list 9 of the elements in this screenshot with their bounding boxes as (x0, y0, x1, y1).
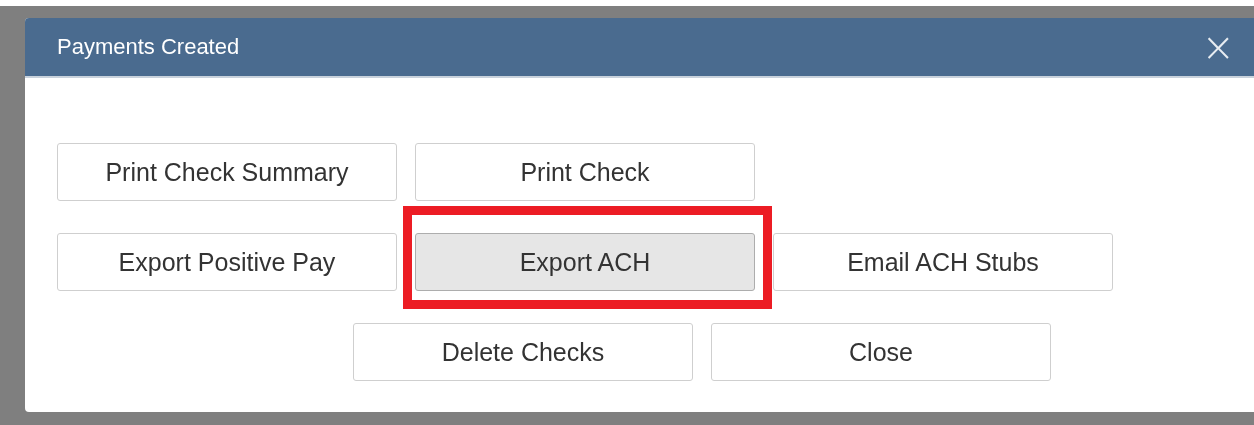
action-button[interactable]: Email ACH Stubs (773, 233, 1113, 291)
action-button[interactable]: Close (711, 323, 1051, 381)
action-button[interactable]: Delete Checks (353, 323, 693, 381)
action-button[interactable]: Export ACH (415, 233, 755, 291)
action-button[interactable]: Print Check Summary (57, 143, 397, 201)
close-button[interactable]: × (1201, 27, 1254, 67)
dialog-title: Payments Created (57, 34, 240, 60)
action-button[interactable]: Print Check (415, 143, 755, 201)
action-button[interactable]: Export Positive Pay (57, 233, 397, 291)
